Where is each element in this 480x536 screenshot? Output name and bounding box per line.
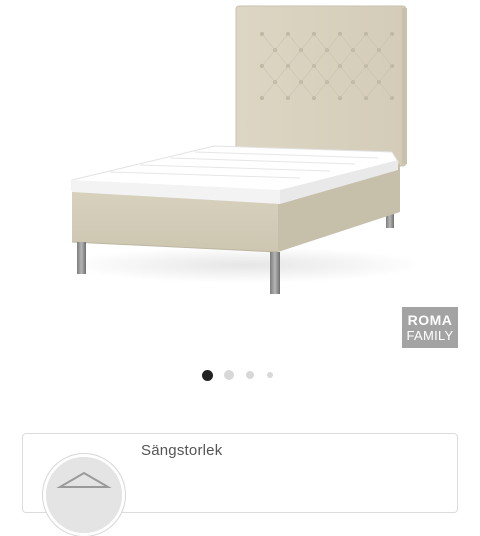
- carousel-dot-1-active[interactable]: [202, 369, 213, 381]
- carousel-dot-3[interactable]: [246, 371, 254, 379]
- brand-badge-line2: FAMILY: [406, 327, 454, 343]
- carousel-indicators: [0, 368, 480, 382]
- bed-product-image: [65, 5, 425, 294]
- bed-size-option-card[interactable]: Sängstorlek: [22, 433, 458, 536]
- carousel-dot-2[interactable]: [224, 370, 234, 380]
- carousel-dot-4[interactable]: [267, 372, 273, 378]
- bed-size-icon: [43, 454, 125, 536]
- brand-badge-line1: ROMA: [407, 311, 453, 328]
- bed-size-label: Sängstorlek: [141, 442, 223, 459]
- product-gallery[interactable]: ROMA FAMILY: [0, 0, 480, 400]
- brand-badge: ROMA FAMILY: [402, 307, 458, 348]
